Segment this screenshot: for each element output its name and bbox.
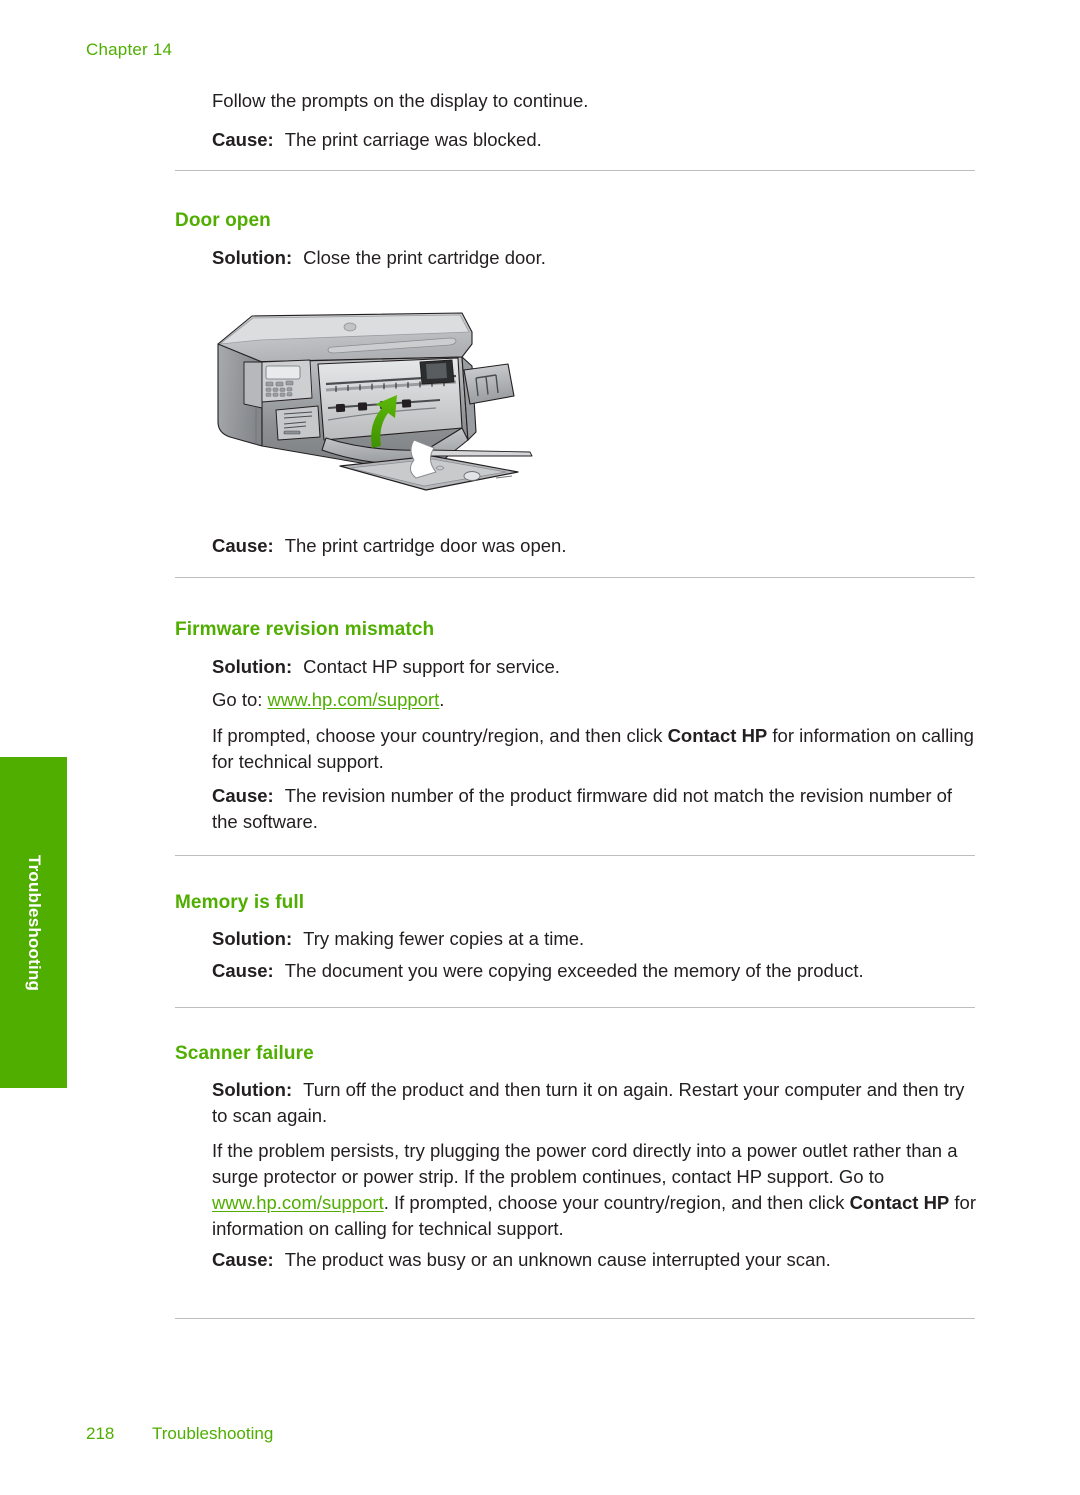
cause-text: The print cartridge door was open. [284,535,567,556]
persist-text-part-1: If the problem persists, try plugging th… [212,1140,958,1187]
footer-page-number: 218 [86,1424,115,1443]
intro-follow-prompts: Follow the prompts on the display to con… [212,90,589,111]
scanner-solution: Solution: Turn off the product and then t… [212,1077,980,1129]
door-open-cause: Cause: The print cartridge door was open. [212,533,975,559]
cause-label: Cause: [212,785,274,806]
section-divider [175,170,975,171]
memory-cause: Cause: The document you were copying exce… [212,958,980,984]
solution-text: Close the print cartridge door. [303,247,546,268]
solution-label: Solution: [212,928,293,949]
solution-label: Solution: [212,247,293,268]
solution-text: Contact HP support for service. [303,656,560,677]
section-divider [175,1007,975,1008]
side-tab-label: Troubleshooting [24,854,44,991]
firmware-goto-line: Go to: www.hp.com/support. [212,687,975,713]
cause-text: The document you were copying exceeded t… [284,960,864,981]
scanner-cause: Cause: The product was busy or an unknown… [212,1247,980,1273]
firmware-prompt-paragraph: If prompted, choose your country/region,… [212,723,980,775]
goto-prefix: Go to: [212,689,263,710]
page-footer: 218 Troubleshooting [86,1424,273,1444]
cause-text: The revision number of the product firmw… [212,785,953,832]
solution-label: Solution: [212,1079,293,1100]
cause-label: Cause: [212,535,274,556]
cause-label: Cause: [212,129,274,150]
persist-text-part-2: . If prompted, choose your country/regio… [383,1192,850,1213]
section-divider [175,1318,975,1319]
cause-text: The product was busy or an unknown cause… [284,1249,831,1270]
section-title-memory-is-full: Memory is full [175,892,305,913]
side-tab-troubleshooting: Troubleshooting [0,757,67,1088]
intro-cause: Cause: The print carriage was blocked. [212,127,975,153]
hp-support-link[interactable]: www.hp.com/support [212,1192,384,1213]
cause-label: Cause: [212,1249,274,1270]
section-title-scanner-failure: Scanner failure [175,1043,314,1064]
section-divider [175,577,975,578]
scanner-persist-paragraph: If the problem persists, try plugging th… [212,1138,980,1242]
hp-support-link[interactable]: www.hp.com/support [268,689,440,710]
section-title-door-open: Door open [175,210,271,231]
memory-solution: Solution: Try making fewer copies at a ti… [212,926,975,952]
firmware-cause: Cause: The revision number of the product… [212,783,980,835]
cause-text: The print carriage was blocked. [284,129,542,150]
door-open-solution: Solution: Close the print cartridge door. [212,245,975,271]
chapter-label: Chapter 14 [86,40,173,59]
solution-label: Solution: [212,656,293,677]
cause-label: Cause: [212,960,274,981]
footer-section-name: Troubleshooting [152,1424,274,1443]
solution-text: Turn off the product and then turn it on… [212,1079,965,1126]
printer-door-open-illustration [200,300,572,512]
firmware-solution: Solution: Contact HP support for service. [212,654,975,680]
contact-hp-bold: Contact HP [849,1192,950,1213]
contact-hp-bold: Contact HP [667,725,768,746]
solution-text: Try making fewer copies at a time. [303,928,585,949]
section-divider [175,855,975,856]
section-title-firmware-revision-mismatch: Firmware revision mismatch [175,619,435,640]
goto-suffix: . [439,689,445,710]
prompt-text-part-1: If prompted, choose your country/region,… [212,725,668,746]
